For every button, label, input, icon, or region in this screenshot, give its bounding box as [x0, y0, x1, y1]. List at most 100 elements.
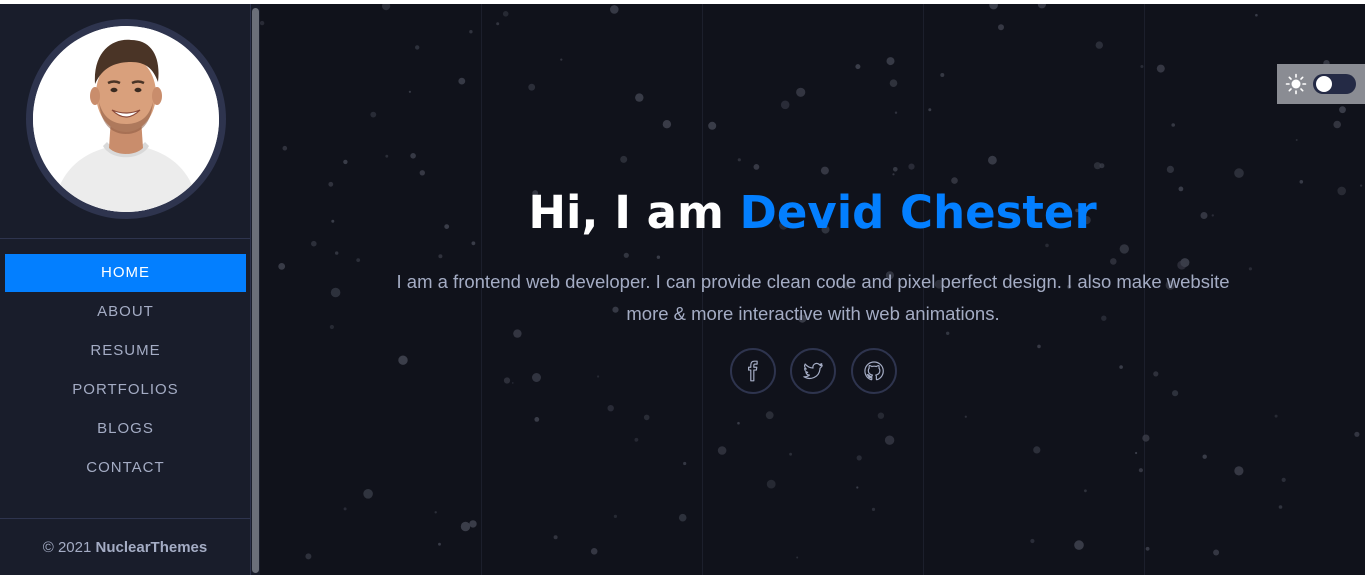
hero-name: Devid Chester — [739, 186, 1097, 239]
theme-switch-knob — [1316, 76, 1332, 92]
particle-dot — [260, 20, 265, 26]
particle-dot — [503, 377, 511, 384]
nav-item-resume[interactable]: RESUME — [5, 331, 246, 370]
particle-dot — [964, 415, 967, 418]
particle-dot — [893, 167, 898, 172]
theme-toggle[interactable] — [1277, 64, 1365, 104]
particle-dot — [946, 331, 950, 335]
particle-dot — [613, 514, 617, 518]
particle-dot — [356, 258, 361, 262]
particle-dot — [889, 79, 898, 87]
particle-dot — [382, 4, 391, 11]
particle-dot — [634, 437, 639, 442]
particle-dot — [438, 254, 443, 259]
particle-dot — [884, 435, 895, 445]
sidebar-divider — [0, 518, 250, 519]
particle-dot — [877, 412, 885, 419]
main-nav: HOME ABOUT RESUME PORTFOLIOS BLOGS CONTA… — [5, 254, 246, 487]
particle-dot — [1202, 454, 1207, 459]
particle-dot — [363, 489, 373, 499]
particle-dot — [607, 405, 614, 412]
particle-dot — [620, 155, 628, 163]
nav-item-contact[interactable]: CONTACT — [5, 448, 246, 487]
particle-dot — [766, 479, 776, 489]
particle-dot — [1037, 344, 1041, 349]
nav-item-about[interactable]: ABOUT — [5, 292, 246, 331]
particle-dot — [330, 287, 341, 298]
particle-dot — [894, 111, 898, 114]
twitter-link[interactable] — [790, 348, 836, 394]
particle-dot — [856, 486, 859, 489]
particle-dot — [329, 324, 334, 330]
particle-dot — [278, 263, 286, 270]
particle-dot — [560, 58, 563, 61]
particle-dot — [1274, 414, 1278, 418]
particle-dot — [940, 73, 945, 77]
particle-dot — [1135, 451, 1138, 455]
particle-dot — [1278, 505, 1283, 509]
nav-item-home[interactable]: HOME — [5, 254, 246, 292]
nav-item-blogs[interactable]: BLOGS — [5, 409, 246, 448]
particle-dot — [1119, 365, 1123, 369]
particle-dot — [444, 224, 450, 230]
github-link[interactable] — [851, 348, 897, 394]
particle-dot — [1200, 212, 1208, 219]
particle-dot — [343, 159, 348, 165]
hero-heading: Hi, I am Devid Chester — [460, 186, 1165, 239]
particle-dot — [1145, 546, 1150, 551]
particle-dot — [951, 177, 958, 184]
particle-dot — [643, 414, 650, 421]
particle-dot — [796, 87, 806, 97]
particle-dot — [871, 507, 876, 511]
hero-greeting: Hi, I am — [528, 186, 724, 239]
particle-dot — [1172, 390, 1179, 397]
avatar-portrait-image — [33, 26, 219, 212]
theme-switch[interactable] — [1313, 74, 1356, 94]
particle-dot — [502, 11, 509, 17]
particle-dot — [1037, 4, 1046, 9]
particle-dot — [1281, 477, 1286, 482]
twitter-icon — [803, 362, 823, 380]
particle-dot — [1140, 65, 1144, 68]
particle-dot — [1171, 123, 1175, 127]
particle-dot — [1339, 106, 1346, 114]
particle-dot — [331, 219, 335, 223]
particle-dot — [398, 355, 408, 365]
particle-dot — [1299, 180, 1304, 184]
particle-dot — [1074, 540, 1084, 550]
particle-dot — [1166, 165, 1174, 173]
particle-dot — [1138, 468, 1143, 473]
particle-dot — [415, 45, 420, 50]
particle-dot — [1211, 214, 1214, 217]
avatar-frame — [26, 19, 226, 219]
particle-dot — [678, 513, 687, 522]
github-icon — [864, 361, 884, 381]
particle-dot — [1153, 371, 1159, 377]
particle-dot — [717, 446, 727, 455]
particle-dot — [512, 382, 514, 384]
particle-dot — [471, 241, 476, 246]
facebook-link[interactable] — [730, 348, 776, 394]
particle-dot — [988, 155, 997, 165]
particle-dot — [469, 520, 477, 528]
particle-dot — [496, 22, 500, 26]
particle-dot — [553, 535, 558, 540]
copyright-brand-link[interactable]: NuclearThemes — [96, 539, 208, 556]
particle-dot — [1234, 466, 1244, 476]
particle-dot — [528, 83, 536, 91]
particle-dot — [610, 5, 619, 14]
particle-dot — [343, 507, 347, 511]
particle-dot — [532, 373, 541, 382]
nav-item-portfolios[interactable]: PORTFOLIOS — [5, 370, 246, 409]
particle-dot — [820, 166, 829, 175]
particle-dot — [438, 542, 441, 546]
particle-dot — [1110, 258, 1117, 265]
avatar — [33, 26, 219, 212]
particle-dot — [385, 154, 389, 158]
sidebar-scrollbar-thumb[interactable] — [252, 8, 259, 573]
particle-dot — [534, 417, 540, 422]
particle-dot — [737, 158, 741, 162]
particle-dot — [460, 521, 471, 532]
particle-dot — [335, 251, 339, 255]
particle-dot — [1234, 168, 1244, 178]
